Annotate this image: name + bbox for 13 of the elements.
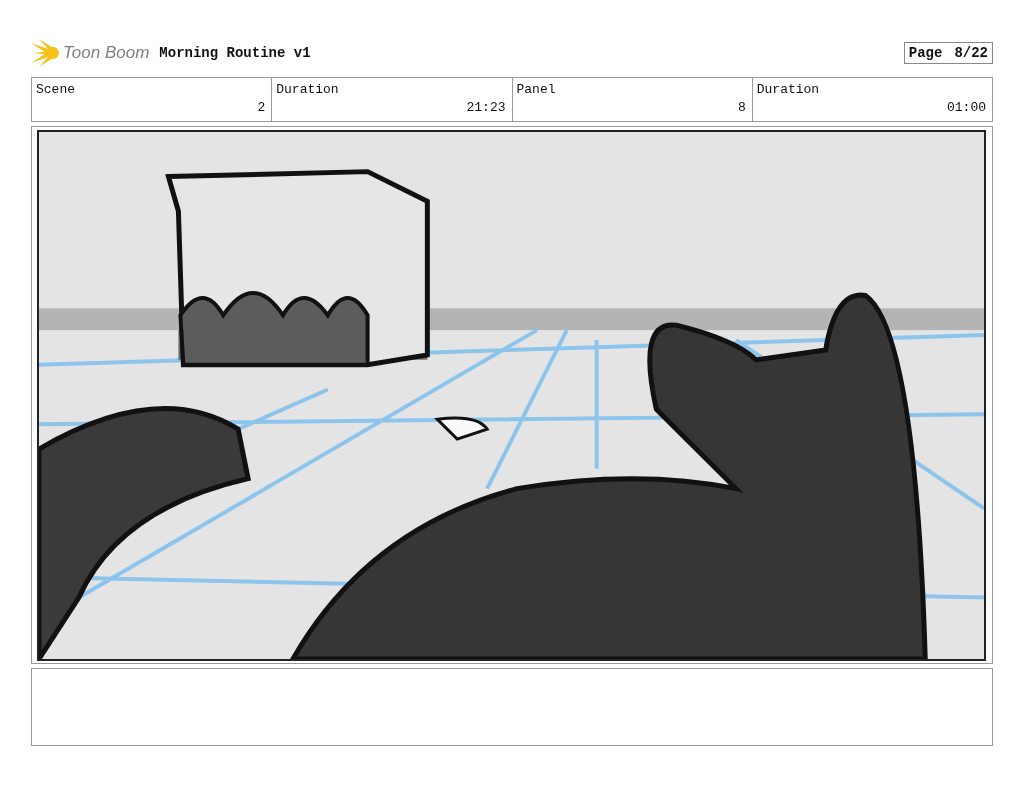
- field-value: 01:00: [947, 100, 986, 115]
- field-label: Scene: [36, 82, 75, 97]
- page-label: Page: [908, 45, 943, 61]
- field-label: Panel: [516, 82, 556, 97]
- field-value: 21:23: [466, 100, 506, 115]
- page-number: 8/22: [954, 45, 988, 61]
- field-label: Duration: [756, 82, 820, 97]
- starburst-logo-icon: [31, 39, 61, 67]
- field-value: 8: [737, 100, 746, 115]
- field-value: 2: [257, 100, 266, 115]
- logo-text: Toon Boom: [63, 43, 150, 63]
- storyboard-title: Morning Routine v1: [159, 45, 312, 61]
- field-label: Duration: [276, 82, 339, 97]
